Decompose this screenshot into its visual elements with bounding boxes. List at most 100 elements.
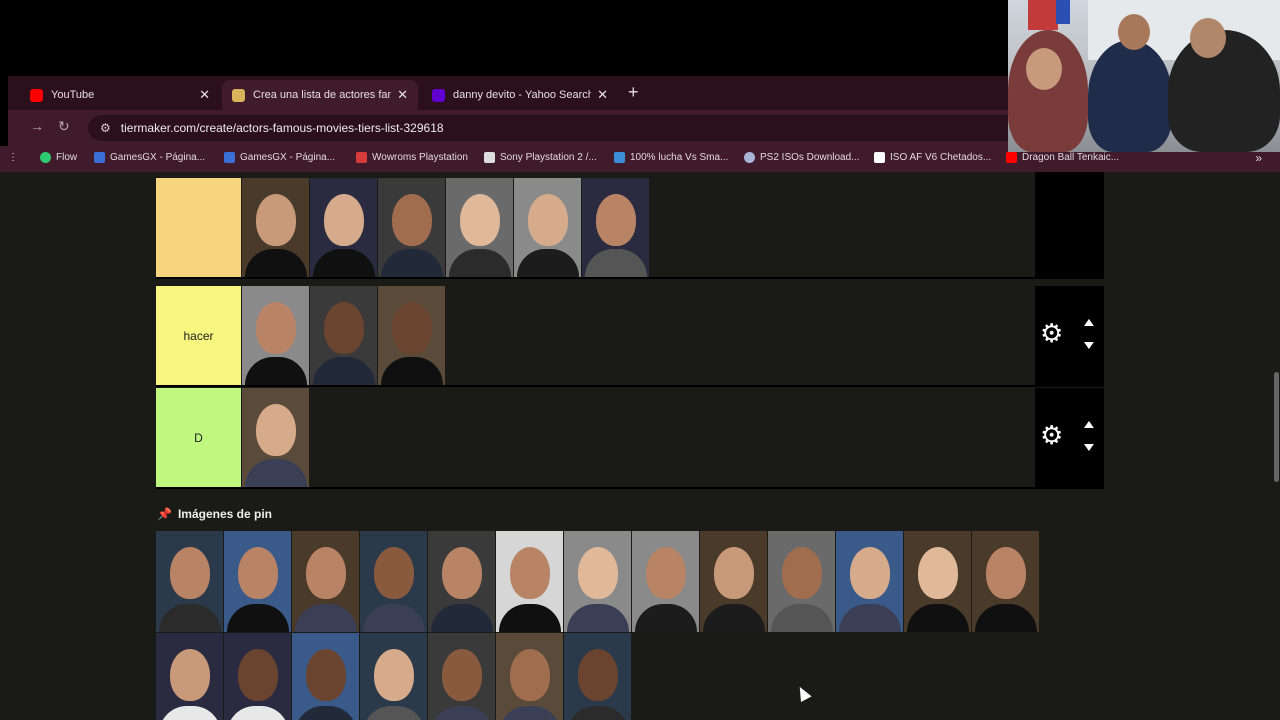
actor-image[interactable] <box>156 531 223 632</box>
wowroms-icon <box>356 152 367 163</box>
actor-image-body <box>244 357 307 385</box>
actor-image[interactable] <box>768 531 835 632</box>
actor-image[interactable] <box>514 178 581 277</box>
actor-image[interactable] <box>310 178 377 277</box>
actor-image[interactable] <box>378 178 445 277</box>
image-pool <box>156 531 1104 720</box>
chevron-up-icon[interactable]: ▲ <box>1081 418 1098 430</box>
actor-image[interactable] <box>360 531 427 632</box>
actor-image-body <box>158 706 221 720</box>
gear-icon[interactable]: ⚙ <box>1040 320 1063 346</box>
bookmark-item[interactable]: Dragon Ball Tenkaic... <box>1006 152 1119 163</box>
actor-image-head <box>323 301 364 354</box>
actor-image-body <box>380 249 443 277</box>
sony-icon <box>484 152 495 163</box>
actor-image-head <box>645 547 686 600</box>
actor-image[interactable] <box>496 531 563 632</box>
actor-image[interactable] <box>632 531 699 632</box>
tier-row <box>156 178 1104 279</box>
actor-image[interactable] <box>904 531 971 632</box>
bookmark-item[interactable]: GamesGX - Página... <box>224 152 335 163</box>
actor-image-body <box>158 604 221 632</box>
bookmark-item[interactable]: 100% lucha Vs Sma... <box>614 152 728 163</box>
close-icon[interactable]: ✕ <box>397 87 408 103</box>
tab-youtube[interactable]: YouTube ✕ <box>20 80 220 110</box>
webcam-person <box>1168 30 1280 152</box>
actor-image-head <box>391 301 432 354</box>
webcam-face <box>1190 18 1226 58</box>
actor-image[interactable] <box>310 286 377 385</box>
tab-title: danny devito - Yahoo Search T <box>453 89 592 101</box>
actor-image-head <box>323 193 364 246</box>
actor-image-head <box>391 193 432 246</box>
tier-label[interactable]: hacer <box>156 286 241 385</box>
actor-image-body <box>430 604 493 632</box>
site-settings-icon[interactable]: ⚙ <box>100 121 111 135</box>
actor-image[interactable] <box>564 633 631 720</box>
actor-image[interactable] <box>292 531 359 632</box>
actor-image-body <box>244 459 307 487</box>
bookmark-item[interactable]: Flow <box>40 152 77 163</box>
tab-yahoo[interactable]: danny devito - Yahoo Search T ✕ <box>422 80 618 110</box>
bookmark-item[interactable]: Sony Playstation 2 /... <box>484 152 597 163</box>
actor-image[interactable] <box>224 633 291 720</box>
actor-image[interactable] <box>156 633 223 720</box>
tier-label[interactable]: D <box>156 388 241 487</box>
bookmarks-apps-icon[interactable]: ⋮ <box>8 152 18 163</box>
actor-image-head <box>713 547 754 600</box>
actor-image-body <box>498 604 561 632</box>
close-icon[interactable]: ✕ <box>199 87 210 103</box>
actor-image[interactable] <box>428 633 495 720</box>
actor-image[interactable] <box>224 531 291 632</box>
page-scrollbar[interactable] <box>1272 172 1280 720</box>
actor-image[interactable] <box>700 531 767 632</box>
actor-image[interactable] <box>378 286 445 385</box>
actor-image-head <box>917 547 958 600</box>
actor-image[interactable] <box>242 286 309 385</box>
tier-controls: ⚙ ▲ ▲ <box>1035 286 1104 385</box>
actor-image-head <box>237 649 278 702</box>
actor-image[interactable] <box>428 531 495 632</box>
chevron-up-icon[interactable]: ▲ <box>1081 316 1098 328</box>
pool-title: 📌 Imágenes de pin <box>157 507 272 521</box>
bookmarks-overflow-icon[interactable]: » <box>1255 151 1262 165</box>
actor-image[interactable] <box>496 633 563 720</box>
actor-image-head <box>255 403 296 456</box>
actor-image[interactable] <box>446 178 513 277</box>
actor-image-head <box>255 193 296 246</box>
bookmark-item[interactable]: GamesGX - Página... <box>94 152 205 163</box>
actor-image-head <box>849 547 890 600</box>
bookmark-item[interactable]: PS2 ISOs Download... <box>744 152 860 163</box>
chevron-down-icon[interactable]: ▲ <box>1081 441 1098 455</box>
bookmark-item[interactable]: ISO AF V6 Chetados... <box>874 152 991 163</box>
pool-title-text: Imágenes de pin <box>177 507 272 521</box>
actor-image-body <box>294 706 357 720</box>
actor-image[interactable] <box>360 633 427 720</box>
scrollbar-thumb[interactable] <box>1274 372 1279 482</box>
tier-items <box>242 388 310 487</box>
actor-image[interactable] <box>582 178 649 277</box>
close-icon[interactable]: ✕ <box>597 87 608 103</box>
actor-image[interactable] <box>564 531 631 632</box>
tier-label[interactable] <box>156 178 241 277</box>
forward-icon[interactable]: → <box>30 118 44 134</box>
gear-icon[interactable]: ⚙ <box>1040 422 1063 448</box>
actor-image-head <box>595 193 636 246</box>
actor-image[interactable] <box>836 531 903 632</box>
actor-image-head <box>441 649 482 702</box>
actor-image-body <box>584 249 647 277</box>
actor-image[interactable] <box>242 388 309 487</box>
actor-image-body <box>362 706 425 720</box>
tab-tiermaker[interactable]: Crea una lista de actores famos ✕ <box>222 80 418 110</box>
actor-image[interactable] <box>242 178 309 277</box>
actor-image-body <box>362 604 425 632</box>
chevron-down-icon[interactable]: ▲ <box>1081 339 1098 353</box>
tab-title: Crea una lista de actores famos <box>253 89 391 101</box>
reload-icon[interactable]: ↻ <box>58 118 70 135</box>
bookmark-item[interactable]: Wowroms Playstation <box>356 152 468 163</box>
webcam-poster <box>1056 0 1070 24</box>
new-tab-icon[interactable]: + <box>628 82 639 103</box>
actor-image[interactable] <box>292 633 359 720</box>
actor-image-head <box>509 547 550 600</box>
actor-image[interactable] <box>972 531 1039 632</box>
